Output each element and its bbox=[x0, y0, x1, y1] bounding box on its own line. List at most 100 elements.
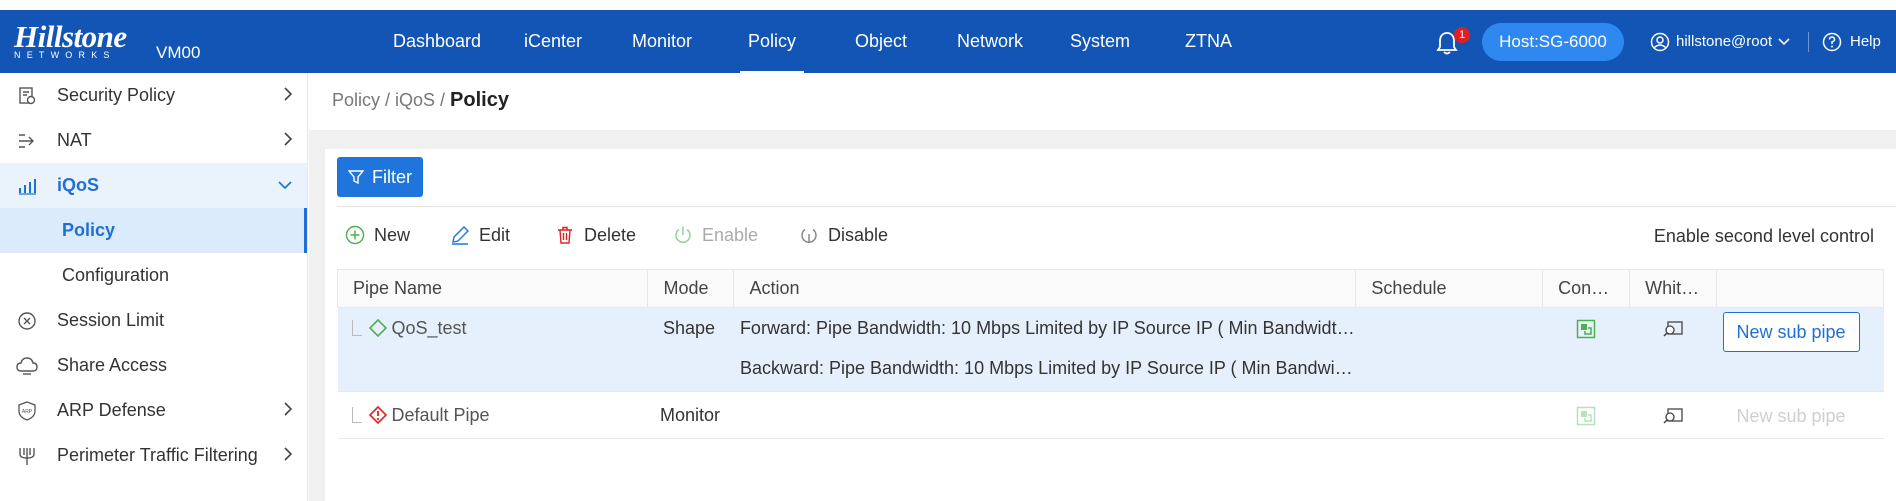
operations-cell: New sub pipe bbox=[1716, 391, 1884, 439]
new-sub-pipe-button[interactable]: New sub pipe bbox=[1723, 396, 1860, 436]
power-icon bbox=[675, 226, 691, 243]
nav-ztna[interactable]: ZTNA bbox=[1185, 10, 1232, 73]
chevron-right-icon bbox=[284, 87, 293, 101]
schedule-value bbox=[1356, 308, 1543, 348]
table-row[interactable]: Default Pipe Monitor New sub pipe bbox=[337, 391, 1884, 439]
pipe-name-cell: QoS_test bbox=[337, 307, 648, 392]
sidebar-item-label: ARP Defense bbox=[57, 400, 166, 420]
control-enabled-icon[interactable] bbox=[1576, 319, 1596, 339]
host-button[interactable]: Host:SG-6000 bbox=[1482, 23, 1624, 61]
sidebar: Security Policy NAT iQoS Policy Configur… bbox=[0, 73, 308, 501]
schedule-cell bbox=[1355, 391, 1543, 439]
sidebar-item-iqos-configuration[interactable]: Configuration bbox=[0, 253, 307, 298]
second-level-control-link[interactable]: Enable second level control bbox=[1654, 226, 1874, 247]
pipe-table: Pipe Name Mode Action Schedule Con… Whit… bbox=[336, 269, 1884, 439]
table-row[interactable]: QoS_test Shape Forward: Pipe Bandwidth: … bbox=[337, 307, 1884, 392]
filter-funnel-icon bbox=[348, 170, 364, 185]
help-menu[interactable]: Help bbox=[1822, 10, 1881, 73]
cloud-share-icon bbox=[16, 355, 38, 377]
nav-policy[interactable]: Policy bbox=[740, 10, 805, 73]
pipe-diamond-icon bbox=[368, 318, 387, 338]
breadcrumb: Policy / iQoS / Policy bbox=[332, 89, 509, 112]
trash-icon bbox=[558, 226, 572, 244]
breadcrumb-path[interactable]: Policy / iQoS / bbox=[332, 90, 450, 110]
table-header-row: Pipe Name Mode Action Schedule Con… Whit… bbox=[336, 269, 1884, 308]
tree-connector bbox=[351, 407, 362, 423]
column-header-pipe-name[interactable]: Pipe Name bbox=[336, 269, 649, 308]
sidebar-item-perimeter-traffic-filtering[interactable]: Perimeter Traffic Filtering bbox=[0, 433, 307, 478]
chevron-right-icon bbox=[284, 402, 293, 416]
breadcrumb-bar: Policy / iQoS / Policy bbox=[309, 73, 1896, 130]
column-header-mode[interactable]: Mode bbox=[647, 269, 735, 308]
disable-label: Disable bbox=[828, 224, 889, 245]
edit-button[interactable]: Edit bbox=[450, 222, 510, 248]
sidebar-item-share-access[interactable]: Share Access bbox=[0, 343, 307, 388]
sidebar-item-session-limit[interactable]: Session Limit bbox=[0, 298, 307, 343]
circle-x-icon bbox=[16, 310, 38, 332]
bar-chart-icon bbox=[16, 175, 38, 197]
user-menu[interactable]: hillstone@root bbox=[1650, 10, 1790, 73]
pipe-name[interactable]: Default Pipe bbox=[392, 405, 490, 426]
nav-network[interactable]: Network bbox=[957, 10, 1023, 73]
new-button[interactable]: New bbox=[345, 222, 410, 248]
disable-button[interactable]: Disable bbox=[799, 222, 888, 248]
top-strip bbox=[0, 0, 1896, 10]
logo-wordmark: Hillstone bbox=[14, 19, 127, 54]
sidebar-item-label: NAT bbox=[57, 130, 92, 150]
mode-value: Shape bbox=[662, 318, 716, 338]
action-forward bbox=[734, 392, 1356, 438]
whitelist-search-icon[interactable] bbox=[1662, 319, 1684, 339]
chevron-down-icon bbox=[1778, 37, 1790, 45]
nat-arrow-icon bbox=[16, 130, 38, 152]
sidebar-item-iqos[interactable]: iQoS bbox=[0, 163, 307, 208]
mode-cell: Shape bbox=[647, 307, 734, 392]
power-off-icon bbox=[801, 228, 817, 243]
column-header-action[interactable]: Action bbox=[733, 269, 1357, 308]
sidebar-item-nat[interactable]: NAT bbox=[0, 118, 307, 163]
delete-label: Delete bbox=[584, 224, 637, 245]
sidebar-item-label: Session Limit bbox=[57, 310, 165, 330]
help-icon bbox=[1822, 32, 1842, 51]
hillstone-logo[interactable]: Hillstone NETWORKS bbox=[14, 19, 140, 62]
action-forward: Forward: Pipe Bandwidth: 10 Mbps Limited… bbox=[739, 318, 1355, 338]
nav-system[interactable]: System bbox=[1070, 10, 1130, 73]
pipe-name-cell: Default Pipe bbox=[337, 391, 648, 439]
sidebar-item-security-policy[interactable]: Security Policy bbox=[0, 73, 307, 118]
column-header-schedule[interactable]: Schedule bbox=[1355, 269, 1544, 308]
filter-label: Filter bbox=[372, 166, 412, 187]
delete-button[interactable]: Delete bbox=[555, 222, 636, 248]
action-cell bbox=[733, 391, 1356, 439]
column-header-whitelist[interactable]: Whit… bbox=[1629, 269, 1718, 308]
top-navigation-bar: Hillstone NETWORKS VM00 Dashboard iCente… bbox=[0, 10, 1896, 73]
svg-text:ARP: ARP bbox=[22, 409, 33, 415]
mode-value: Monitor bbox=[659, 405, 721, 425]
whitelist-cell bbox=[1629, 391, 1717, 439]
schedule-cell bbox=[1355, 307, 1543, 392]
edit-label: Edit bbox=[479, 224, 511, 245]
sidebar-item-iqos-policy[interactable]: Policy bbox=[0, 208, 307, 253]
whitelist-cell bbox=[1629, 307, 1717, 392]
filter-button[interactable]: Filter bbox=[337, 157, 423, 197]
mode-cell: Monitor bbox=[647, 391, 734, 439]
plus-circle-icon bbox=[345, 225, 365, 245]
nav-object[interactable]: Object bbox=[855, 10, 907, 73]
nav-monitor[interactable]: Monitor bbox=[632, 10, 692, 73]
pencil-icon bbox=[452, 226, 469, 245]
pipe-name[interactable]: QoS_test bbox=[392, 318, 467, 339]
toolbar-divider bbox=[337, 206, 1896, 207]
action-cell: Forward: Pipe Bandwidth: 10 Mbps Limited… bbox=[733, 307, 1356, 392]
operations-cell: New sub pipe bbox=[1716, 307, 1884, 392]
sidebar-item-arp-defense[interactable]: ARP ARP Defense bbox=[0, 388, 307, 433]
sidebar-item-label: iQoS bbox=[57, 175, 100, 195]
whitelist-search-icon[interactable] bbox=[1662, 406, 1684, 426]
nav-icenter[interactable]: iCenter bbox=[524, 10, 582, 73]
warning-diamond-icon bbox=[368, 405, 387, 425]
chevron-down-icon bbox=[278, 181, 292, 190]
new-sub-pipe-button[interactable]: New sub pipe bbox=[1722, 312, 1860, 352]
enable-button[interactable]: Enable bbox=[673, 222, 758, 248]
column-header-control[interactable]: Con… bbox=[1542, 269, 1631, 308]
breadcrumb-current: Policy bbox=[450, 89, 509, 111]
nav-dashboard[interactable]: Dashboard bbox=[393, 10, 481, 73]
user-avatar-icon bbox=[1650, 32, 1670, 51]
sidebar-item-label: Perimeter Traffic Filtering bbox=[57, 445, 258, 465]
